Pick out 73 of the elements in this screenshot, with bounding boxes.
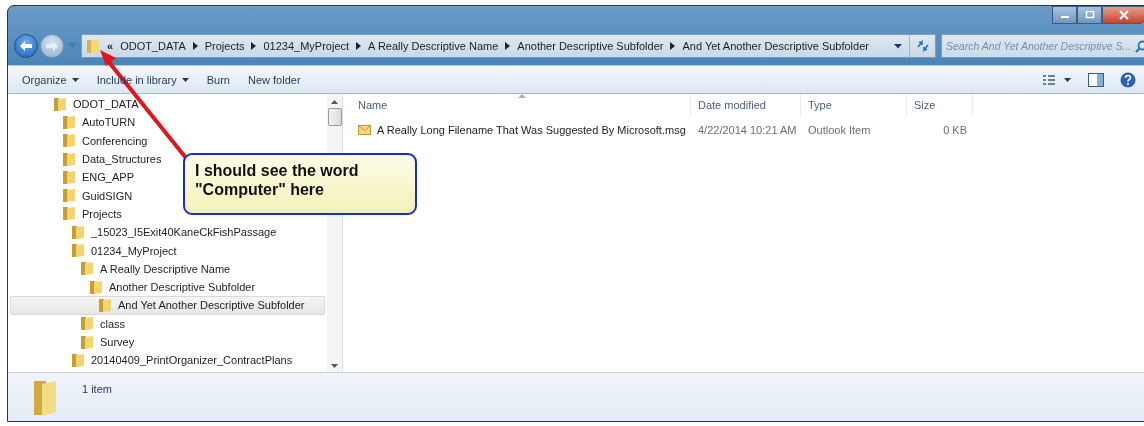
tree-item[interactable]: Conferencing (10, 131, 325, 150)
dropdown-icon[interactable] (894, 43, 902, 49)
size-cell-text: 0 KB (942, 124, 968, 136)
search-icon (1135, 39, 1144, 53)
breadcrumb[interactable]: A Really Descriptive Name (368, 40, 499, 52)
breadcrumb-arrow-icon[interactable] (251, 42, 257, 50)
folder-icon (71, 352, 85, 368)
folder-icon (86, 38, 100, 54)
forward-arrow-icon (45, 40, 59, 52)
item-count: 1 item (82, 383, 112, 395)
toolbar-button[interactable]: Burn (200, 70, 236, 89)
type-cell-text: Outlook Item (807, 124, 872, 136)
breadcrumb[interactable]: ODOT_DATA (120, 40, 186, 52)
folder-icon (62, 206, 76, 222)
folder-icon (80, 261, 94, 277)
help-icon (1120, 71, 1136, 88)
folder-icon (53, 96, 67, 112)
close-icon (1117, 10, 1130, 20)
tree-item[interactable]: A Really Descriptive Name (10, 259, 325, 278)
breadcrumb-arrow-icon[interactable] (356, 42, 362, 50)
tree-item[interactable]: _15023_I5Exit40KaneCkFishPassage (10, 223, 325, 242)
file-name[interactable]: A Really Long Filename That Was Suggested By Microsoft.msg (351, 124, 691, 136)
sort-arrow-icon (518, 94, 526, 98)
breadcrumb[interactable]: 01234_MyProject (263, 40, 350, 52)
maximize-button[interactable] (1077, 6, 1102, 24)
pane-icon (1088, 72, 1104, 87)
scroll-thumb[interactable] (327, 108, 342, 126)
tree-item[interactable]: AutoTURN (10, 113, 325, 132)
tree-item[interactable]: ODOT_DATA (10, 95, 325, 114)
details-view-icon (1042, 73, 1072, 86)
breadcrumb-arrow-icon[interactable] (192, 42, 198, 50)
folder-icon (89, 279, 103, 295)
breadcrumb[interactable]: Another Descriptive Subfolder (517, 40, 664, 52)
folder-icon (71, 224, 85, 240)
column-header[interactable]: Type (801, 94, 907, 116)
forward-button[interactable] (40, 34, 64, 58)
tree-item[interactable]: And Yet Another Descriptive Subfolder (10, 296, 325, 315)
back-button[interactable] (14, 34, 38, 58)
close-button[interactable] (1102, 6, 1144, 24)
folder-icon (98, 297, 112, 313)
overflow-chevron[interactable]: « (107, 40, 114, 52)
scroll-down-icon[interactable] (331, 364, 338, 368)
folder-icon (62, 169, 76, 185)
folder-icon (62, 114, 76, 130)
breadcrumb[interactable]: Projects (204, 40, 245, 52)
breadcrumb-arrow-icon[interactable] (670, 42, 676, 50)
column-header[interactable]: Date modified (691, 94, 801, 116)
toolbar-button[interactable]: New folder (242, 70, 307, 89)
tree-item[interactable]: 01234_MyProject (10, 241, 325, 260)
refresh-icon (915, 40, 930, 52)
folder-icon (80, 334, 94, 350)
back-arrow-icon (19, 40, 33, 52)
maximize-icon (1084, 11, 1095, 19)
folder-icon (62, 188, 76, 204)
envelope-icon (358, 125, 371, 135)
folder-icon (62, 133, 76, 149)
breadcrumb[interactable]: And Yet Another Descriptive Subfolder (682, 40, 869, 52)
search-field[interactable]: Search And Yet Another Descriptive S... (941, 34, 1144, 58)
tree-item[interactable]: Another Descriptive Subfolder (10, 277, 325, 297)
folder-icon (62, 151, 76, 167)
address-bar[interactable]: « ODOT_DATA Projects 01234_MyProject A Really Descriptive Name Another Descriptive Subfolder And Yet Another Descriptive Subfolder (81, 34, 936, 58)
callout-tooltip: I should see the word "Computer" here (183, 153, 417, 215)
breadcrumb-arrow-icon[interactable] (505, 42, 511, 50)
folder-icon (71, 243, 85, 258)
toolbar-button[interactable]: Organize (16, 70, 85, 89)
tree-item[interactable]: 20140409_PrintOrganizer_ContractPlans (10, 351, 325, 370)
folder-icon (80, 316, 94, 332)
tree-item[interactable]: Survey (10, 332, 325, 352)
minimize-button[interactable] (1052, 6, 1077, 24)
scroll-up-icon[interactable] (331, 100, 338, 104)
date-cell-text: 4/22/2014 10:21 AM (697, 124, 798, 136)
tree-item[interactable]: class (10, 314, 325, 333)
column-header[interactable]: Size (907, 94, 973, 116)
